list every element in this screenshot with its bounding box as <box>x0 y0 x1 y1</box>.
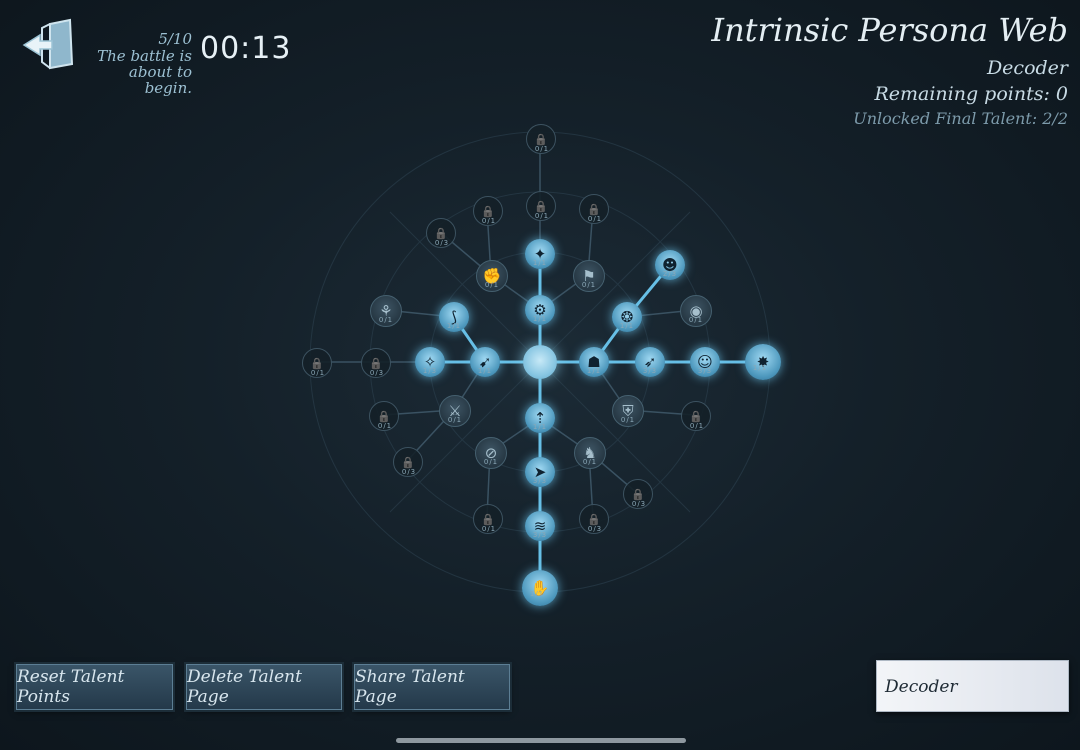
talent-node-right-up-2[interactable]: ❂ 1/1 <box>612 302 642 332</box>
lock-icon: 🔒 <box>310 356 324 370</box>
talent-node-left-1[interactable]: 🔒 0/1 <box>302 348 332 378</box>
talent-node-down-3[interactable]: ≋ 3/3 <box>525 511 555 541</box>
talent-node-count: 0/1 <box>688 316 704 324</box>
talent-node-top-1[interactable]: 🔒 0/1 <box>526 124 556 154</box>
talent-node-count: 2/3 <box>662 270 678 278</box>
talent-node-downright-lock-a[interactable]: 🔒 0/1 <box>681 401 711 431</box>
lock-icon: 🔒 <box>481 512 495 526</box>
talent-node-downright-2[interactable]: ♞ 0/1 <box>574 437 606 469</box>
talent-node-count: 1/1 <box>532 315 548 323</box>
talent-node-count: 0/1 <box>378 316 394 324</box>
talent-node-count: 0/3 <box>434 239 450 247</box>
talent-node-upright-1[interactable]: ⚑ 0/1 <box>573 260 605 292</box>
talent-node-downright-lock-c[interactable]: 🔒 0/3 <box>579 504 609 534</box>
talent-node-count: 1/1 <box>532 423 548 431</box>
talent-node-downleft-lock-b[interactable]: 🔒 0/3 <box>393 447 423 477</box>
talent-node-count: 3/3 <box>532 477 548 485</box>
talent-page-select[interactable]: Decoder <box>876 660 1069 712</box>
lock-icon: 🔒 <box>534 132 548 146</box>
talent-node-count: 0/1 <box>484 281 500 289</box>
talent-node-upright-lock[interactable]: 🔒 0/1 <box>579 194 609 224</box>
talent-node-count: 1/1 <box>619 322 635 330</box>
talent-node-right-up-3[interactable]: ◉ 0/1 <box>680 295 712 327</box>
talent-node-left-3[interactable]: ✧ 1/3 <box>415 347 445 377</box>
talent-node-downright-lock-b[interactable]: 🔒 0/3 <box>623 479 653 509</box>
talent-node-downleft-lock-c[interactable]: 🔒 0/1 <box>473 504 503 534</box>
talent-node-count: 1/1 <box>529 590 545 598</box>
talent-node-count: 0/1 <box>447 416 463 424</box>
delete-talent-page-button[interactable]: Delete Talent Page <box>186 664 342 710</box>
talent-node-downleft-2[interactable]: ⊘ 0/1 <box>475 437 507 469</box>
talent-node-left-up-2[interactable]: ⚘ 0/1 <box>370 295 402 327</box>
talent-node-count: 0/1 <box>534 145 550 153</box>
talent-node-down-4[interactable]: ✋ 1/1 <box>522 570 558 606</box>
talent-node-count: 0/1 <box>620 416 636 424</box>
talent-node-top-2[interactable]: 🔒 0/1 <box>526 191 556 221</box>
talent-node-left-up-1[interactable]: ⟆ 1/1 <box>439 302 469 332</box>
lock-icon: 🔒 <box>631 487 645 501</box>
share-talent-page-button[interactable]: Share Talent Page <box>354 664 510 710</box>
talent-node-count: 0/1 <box>481 217 497 225</box>
talent-node-count: 1/1 <box>477 367 493 375</box>
lock-icon: 🔒 <box>434 226 448 240</box>
lock-icon: 🔒 <box>377 409 391 423</box>
talent-node-downleft-1[interactable]: ⚔ 0/1 <box>439 395 471 427</box>
talent-node-count: 0/1 <box>483 458 499 466</box>
talent-node-left-4[interactable]: ➹ 1/1 <box>470 347 500 377</box>
lock-icon: 🔒 <box>401 455 415 469</box>
talent-node-left-2[interactable]: 🔒 0/3 <box>361 348 391 378</box>
talent-node-down-2[interactable]: ➤ 3/3 <box>525 457 555 487</box>
talent-node-upleft-lock-a[interactable]: 🔒 0/1 <box>473 196 503 226</box>
lock-icon: 🔒 <box>587 202 601 216</box>
reset-talent-points-button[interactable]: Reset Talent Points <box>16 664 173 710</box>
talent-node-count: 1/1 <box>532 259 548 267</box>
talent-node-count: 0/1 <box>377 422 393 430</box>
talent-node-count: 0/1 <box>481 525 497 533</box>
talent-node-upleft-lock-b[interactable]: 🔒 0/3 <box>426 218 456 248</box>
talent-node-count: 0/3 <box>587 525 603 533</box>
talent-node-right-4[interactable]: ✸ 1/1 <box>745 344 781 380</box>
talent-node-count: 0/1 <box>582 458 598 466</box>
talent-node-count: 1/1 <box>752 364 768 372</box>
lock-icon: 🔒 <box>534 199 548 213</box>
talent-node-top-4[interactable]: ⚙ 1/1 <box>525 295 555 325</box>
lock-icon: 🔒 <box>369 356 383 370</box>
talent-node-top-3[interactable]: ✦ 1/1 <box>525 239 555 269</box>
home-indicator <box>396 738 686 743</box>
talent-node-count: 0/3 <box>631 500 647 508</box>
talent-node-count: 0/1 <box>689 422 705 430</box>
talent-web-center-node[interactable] <box>523 345 557 379</box>
talent-node-right-1[interactable]: ☗ 1/1 <box>579 347 609 377</box>
lock-icon: 🔒 <box>689 409 703 423</box>
lock-icon: 🔒 <box>587 512 601 526</box>
talent-node-count: 0/3 <box>401 468 417 476</box>
talent-node-downleft-lock-a[interactable]: 🔒 0/1 <box>369 401 399 431</box>
talent-node-count: 0/1 <box>581 281 597 289</box>
talent-node-count: 1/1 <box>446 322 462 330</box>
talent-node-right-2[interactable]: ➶ 3/3 <box>635 347 665 377</box>
talent-node-right-3[interactable]: ☺ 3/3 <box>690 347 720 377</box>
lock-icon: 🔒 <box>481 204 495 218</box>
talent-node-upleft-1[interactable]: ✊ 0/1 <box>476 260 508 292</box>
talent-node-downright-1[interactable]: ⛨ 0/1 <box>612 395 644 427</box>
talent-node-count: 0/1 <box>587 215 603 223</box>
talent-node-right-up-1[interactable]: ☻ 2/3 <box>655 250 685 280</box>
talent-node-down-1[interactable]: ⇡ 1/1 <box>525 403 555 433</box>
